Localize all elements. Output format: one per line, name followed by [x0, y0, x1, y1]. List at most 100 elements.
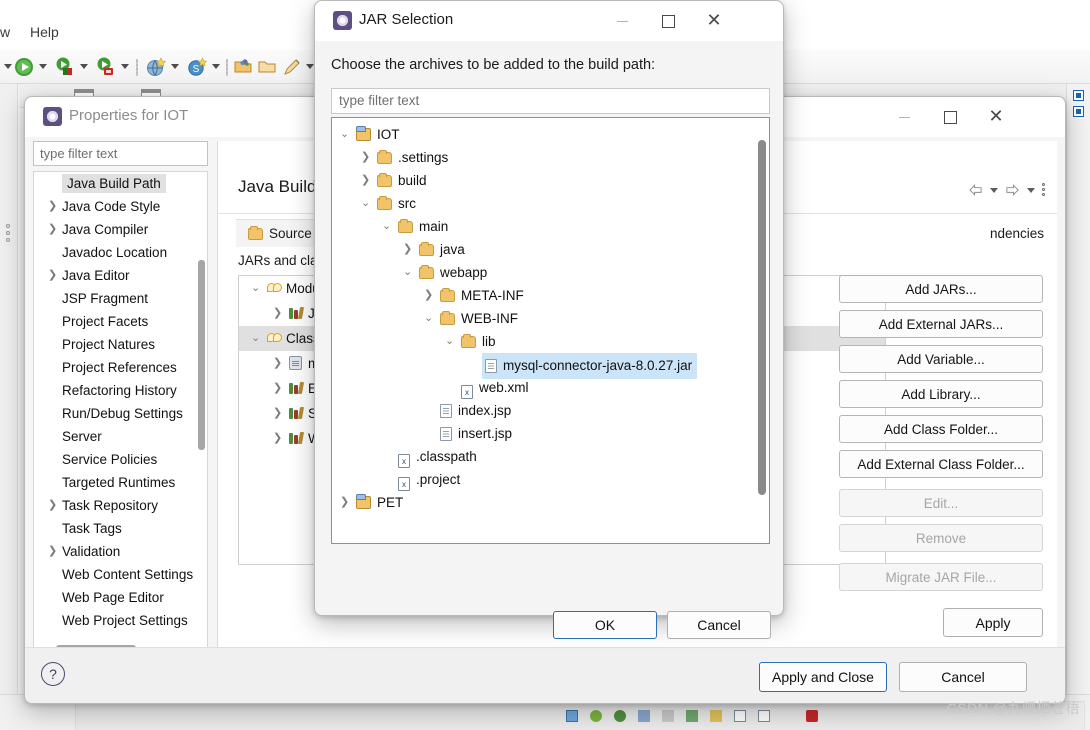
menu-item-window[interactable]: w — [0, 24, 10, 40]
run-external-icon[interactable] — [96, 57, 116, 77]
jar-tree-row[interactable]: index.jsp — [332, 399, 769, 422]
tab-dependencies[interactable]: ndencies — [978, 220, 1056, 248]
add-class-folder-button[interactable]: Add Class Folder... — [839, 415, 1043, 443]
forward-arrow-icon[interactable] — [1005, 183, 1020, 197]
new-server-icon[interactable] — [146, 57, 166, 77]
chevron-right-icon[interactable]: ❯ — [403, 238, 412, 261]
status-icon-panel-2[interactable] — [758, 710, 770, 722]
properties-tree-item[interactable]: Refactoring History — [34, 379, 207, 402]
jar-tree-row[interactable]: insert.jsp — [332, 422, 769, 445]
chevron-right-icon[interactable]: ❯ — [48, 264, 57, 287]
pencil-dropdown-caret-icon[interactable] — [306, 64, 314, 69]
chevron-down-icon[interactable]: ⌄ — [424, 307, 433, 330]
close-icon[interactable]: ✕ — [691, 1, 737, 41]
minimize-icon[interactable] — [599, 1, 645, 41]
chevron-right-icon[interactable]: ❯ — [48, 195, 57, 218]
sync-dropdown-caret-icon[interactable] — [212, 64, 220, 69]
chevron-right-icon[interactable]: ❯ — [273, 376, 282, 401]
properties-tree-item[interactable]: ❯ Validation — [34, 540, 207, 563]
jar-cancel-button[interactable]: Cancel — [667, 611, 771, 639]
run-icon[interactable] — [14, 57, 34, 77]
chevron-right-icon[interactable]: ❯ — [273, 301, 282, 326]
back-arrow-icon[interactable] — [968, 183, 983, 197]
jar-tree-row[interactable]: ❯ PET — [332, 491, 769, 514]
menu-item-help[interactable]: Help — [30, 24, 59, 40]
apply-button[interactable]: Apply — [943, 608, 1043, 637]
outline-marker-icon-2[interactable] — [1073, 106, 1084, 117]
jar-tree-row[interactable]: mysql-connector-java-8.0.27.jar — [332, 353, 769, 379]
properties-tree-item[interactable]: Javadoc Location — [34, 241, 207, 264]
properties-tree-item[interactable]: Targeted Runtimes — [34, 471, 207, 494]
properties-tree-item[interactable]: Web Content Settings — [34, 563, 207, 586]
add-external-jars-button[interactable]: Add External JARs... — [839, 310, 1043, 338]
sync-icon[interactable]: S — [187, 57, 207, 77]
properties-tree-item[interactable]: Java Build Path — [34, 172, 207, 195]
chevron-down-icon[interactable]: ⌄ — [251, 276, 260, 301]
back-caret-icon[interactable] — [990, 187, 998, 193]
run-dropdown-caret-icon[interactable] — [39, 64, 47, 69]
jar-tree-row[interactable]: ❯ build — [332, 169, 769, 192]
status-icon-panel-1[interactable] — [734, 710, 746, 722]
jar-tree-row[interactable]: ❯ META-INF — [332, 284, 769, 307]
status-icon-run[interactable] — [590, 710, 602, 722]
folder-icon[interactable] — [258, 57, 278, 77]
help-icon[interactable]: ? — [41, 662, 65, 686]
chevron-right-icon[interactable]: ❯ — [340, 491, 349, 514]
status-icon-markers[interactable] — [638, 710, 650, 722]
add-external-class-folder-button[interactable]: Add External Class Folder... — [839, 450, 1043, 478]
jar-filter-input[interactable]: type filter text — [331, 88, 770, 114]
status-icon-server[interactable] — [614, 710, 626, 722]
debug-icon[interactable] — [55, 57, 75, 77]
view-handle-dots-icon[interactable] — [6, 224, 10, 245]
chevron-right-icon[interactable]: ❯ — [424, 284, 433, 307]
jar-tree-row[interactable]: ❯ .settings — [332, 146, 769, 169]
chevron-right-icon[interactable]: ❯ — [361, 146, 370, 169]
pencil-icon[interactable] — [282, 57, 302, 77]
debug-dropdown-caret-icon[interactable] — [80, 64, 88, 69]
properties-cancel-button[interactable]: Cancel — [899, 662, 1027, 692]
run-external-caret-icon[interactable] — [121, 64, 129, 69]
properties-tree-item[interactable]: JSP Fragment — [34, 287, 207, 310]
jar-tree-row[interactable]: ⌄ src — [332, 192, 769, 215]
properties-tree-item[interactable]: Web Project Settings — [34, 609, 207, 632]
status-icon-tasks[interactable] — [686, 710, 698, 722]
properties-tree-item[interactable]: Run/Debug Settings — [34, 402, 207, 425]
chevron-right-icon[interactable]: ❯ — [48, 494, 57, 517]
add-library-button[interactable]: Add Library... — [839, 380, 1043, 408]
properties-tree-item[interactable]: ❯ Java Editor — [34, 264, 207, 287]
forward-caret-icon[interactable] — [1027, 187, 1035, 193]
tab-source[interactable]: Source — [236, 219, 324, 247]
outline-marker-icon-1[interactable] — [1073, 90, 1084, 101]
chevron-down-icon[interactable]: ⌄ — [251, 326, 260, 351]
new-server-caret-icon[interactable] — [171, 64, 179, 69]
minimize-icon[interactable] — [881, 97, 927, 137]
chevron-right-icon[interactable]: ❯ — [48, 218, 57, 241]
status-icon-console[interactable] — [566, 710, 578, 722]
open-folder-icon[interactable] — [234, 57, 254, 77]
jar-file-tree[interactable]: ⌄ IOT ❯ .settings ❯ build ⌄ src ⌄ main ❯ java ⌄ webap… — [331, 117, 770, 544]
properties-tree-item[interactable]: Server — [34, 425, 207, 448]
maximize-icon[interactable] — [927, 97, 973, 137]
jar-tree-row[interactable]: ⌄ main — [332, 215, 769, 238]
properties-tree-item[interactable]: ❯ Java Code Style — [34, 195, 207, 218]
chevron-down-icon[interactable]: ⌄ — [445, 330, 454, 353]
jar-tree-row[interactable]: x web.xml — [332, 376, 769, 399]
jar-tree-row[interactable]: x .project — [332, 468, 769, 491]
chevron-right-icon[interactable]: ❯ — [48, 540, 57, 563]
properties-tree-item[interactable]: Project Facets — [34, 310, 207, 333]
properties-category-tree[interactable]: Java Build Path ❯ Java Code Style ❯ Java Com… — [33, 171, 208, 656]
status-icon-bulb[interactable] — [710, 710, 722, 722]
jar-tree-row[interactable]: ⌄ WEB-INF — [332, 307, 769, 330]
maximize-icon[interactable] — [645, 1, 691, 41]
jar-tree-row[interactable]: ⌄ webapp — [332, 261, 769, 284]
jar-tree-row[interactable]: ❯ java — [332, 238, 769, 261]
jar-tree-row[interactable]: ⌄ lib — [332, 330, 769, 353]
properties-tree-item[interactable]: Project Natures — [34, 333, 207, 356]
apply-and-close-button[interactable]: Apply and Close — [759, 662, 887, 692]
add-variable-button[interactable]: Add Variable... — [839, 345, 1043, 373]
properties-tree-item[interactable]: Project References — [34, 356, 207, 379]
add-jars-button[interactable]: Add JARs... — [839, 275, 1043, 303]
prev-dropdown-caret-icon[interactable] — [4, 64, 12, 69]
chevron-right-icon[interactable]: ❯ — [273, 426, 282, 451]
properties-tree-item[interactable]: Service Policies — [34, 448, 207, 471]
